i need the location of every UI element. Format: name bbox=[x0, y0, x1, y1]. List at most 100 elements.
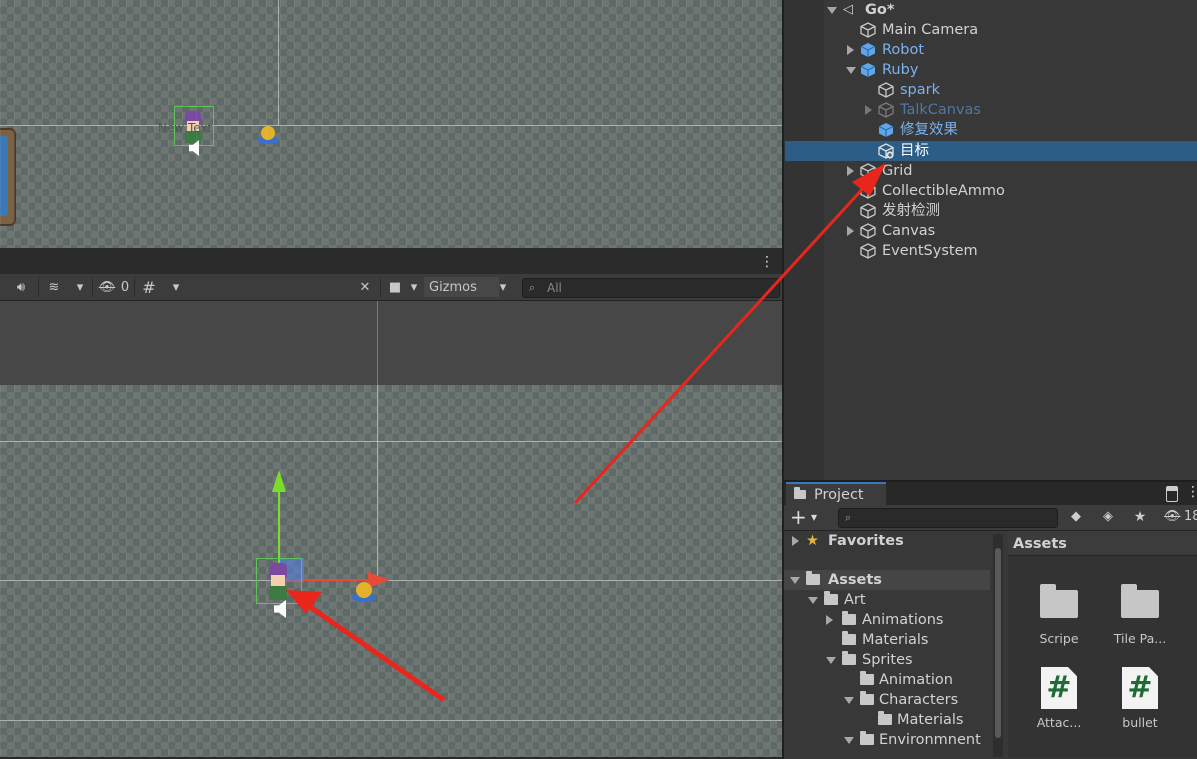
folder-open-icon bbox=[860, 731, 874, 745]
favorite-star-icon[interactable]: ★ bbox=[1130, 508, 1150, 526]
expand-arrow-icon[interactable] bbox=[827, 7, 837, 14]
move-gizmo-y-arrow[interactable] bbox=[272, 470, 286, 492]
asset-tile-script[interactable]: # bullet bbox=[1105, 667, 1175, 730]
bottom-scene-view[interactable] bbox=[0, 385, 782, 757]
effects-dropdown-icon[interactable]: ▾ bbox=[70, 277, 90, 297]
toolbar-separator bbox=[92, 277, 93, 297]
hierarchy-item-target[interactable]: 目标 bbox=[785, 141, 1197, 161]
expand-arrow-icon[interactable] bbox=[826, 657, 836, 664]
tree-item-animation[interactable]: Animation bbox=[784, 670, 990, 690]
more-options-icon[interactable]: ⋮ bbox=[760, 254, 774, 270]
tree-item-label: Sprites bbox=[862, 652, 913, 668]
tree-item-animations[interactable]: Animations bbox=[784, 610, 990, 630]
hierarchy-item-spark[interactable]: spark bbox=[785, 80, 1197, 100]
hierarchy-item-main-camera[interactable]: Main Camera bbox=[785, 20, 1197, 40]
effects-icon[interactable]: ≋ bbox=[42, 277, 66, 297]
gameobject-cube-icon bbox=[860, 203, 876, 219]
expand-arrow-icon[interactable] bbox=[792, 536, 799, 546]
filter-by-type-icon[interactable]: ◆ bbox=[1066, 508, 1086, 526]
expand-arrow-icon[interactable] bbox=[826, 615, 833, 625]
hierarchy-item-label: spark bbox=[900, 82, 941, 98]
asset-label: Attac... bbox=[1036, 715, 1082, 730]
create-dropdown-icon[interactable]: ▾ bbox=[811, 505, 817, 530]
hierarchy-item-label: Grid bbox=[882, 163, 913, 179]
hierarchy-item-label: 目标 bbox=[900, 143, 929, 159]
hierarchy-item-talkcanvas[interactable]: TalkCanvas bbox=[785, 100, 1197, 120]
project-search-input[interactable]: ⌕ bbox=[838, 508, 1058, 528]
hierarchy-item-ruby[interactable]: Ruby bbox=[785, 60, 1197, 80]
collectible-sprite[interactable] bbox=[352, 582, 376, 604]
folder-icon bbox=[860, 671, 874, 685]
favorites-row[interactable]: ★ Favorites bbox=[784, 531, 990, 551]
scrollbar-thumb[interactable] bbox=[995, 548, 1001, 738]
expand-arrow-icon[interactable] bbox=[847, 45, 854, 55]
expand-arrow-icon[interactable] bbox=[790, 577, 800, 584]
grid-dropdown-icon[interactable]: ▾ bbox=[166, 277, 186, 297]
tree-item-sprites[interactable]: Sprites bbox=[784, 650, 990, 670]
asset-label: Tile Pa... bbox=[1113, 631, 1167, 646]
csharp-script-icon: # bbox=[1122, 667, 1158, 709]
ruby-sprite-selected[interactable] bbox=[256, 558, 302, 604]
tree-item-materials[interactable]: Materials bbox=[784, 630, 990, 650]
hierarchy-item-label: CollectibleAmmo bbox=[882, 183, 1005, 199]
tree-item-label: Assets bbox=[828, 572, 882, 588]
search-icon: ⌕ bbox=[529, 281, 536, 294]
gizmos-dropdown-icon[interactable]: ▾ bbox=[494, 277, 512, 297]
expand-arrow-icon[interactable] bbox=[808, 597, 818, 604]
gameobject-cube-icon bbox=[878, 82, 894, 98]
hierarchy-item-eventsystem[interactable]: EventSystem bbox=[785, 241, 1197, 261]
tree-item-label: Animation bbox=[879, 672, 953, 688]
scene-view-background bbox=[0, 301, 782, 385]
lock-icon[interactable] bbox=[1166, 486, 1178, 502]
hierarchy-scene-row[interactable]: ◁ Go* bbox=[785, 0, 1197, 20]
hidden-objects-icon[interactable]: 👁︎ bbox=[96, 277, 118, 297]
hierarchy-item-label: Ruby bbox=[882, 62, 919, 78]
more-options-icon[interactable]: ⋮ bbox=[1186, 484, 1197, 500]
panel-splitter[interactable] bbox=[0, 248, 782, 274]
expand-arrow-icon[interactable] bbox=[847, 226, 854, 236]
ui-panel-edge bbox=[0, 128, 16, 226]
camera-icon[interactable]: ■ bbox=[384, 277, 406, 297]
project-tab[interactable]: Project bbox=[786, 482, 886, 507]
tree-scrollbar[interactable] bbox=[993, 534, 1003, 757]
expand-arrow-icon[interactable] bbox=[844, 697, 854, 704]
tree-item-label: Art bbox=[844, 592, 866, 608]
asset-tile-folder[interactable]: Scripe bbox=[1024, 584, 1094, 646]
camera-dropdown-icon[interactable]: ▾ bbox=[406, 277, 422, 297]
grid-line bbox=[377, 301, 378, 385]
audio-toggle-icon[interactable]: 🔊︎ bbox=[8, 277, 34, 297]
expand-arrow-icon[interactable] bbox=[844, 737, 854, 744]
hierarchy-item-robot[interactable]: Robot bbox=[785, 40, 1197, 60]
create-plus-icon[interactable]: + bbox=[790, 505, 807, 530]
tree-item-assets[interactable]: Assets bbox=[784, 570, 990, 590]
folder-open-icon bbox=[842, 651, 856, 665]
expand-arrow-icon[interactable] bbox=[847, 166, 854, 176]
gameobject-cube-icon bbox=[878, 102, 894, 118]
tree-item-label: Materials bbox=[862, 632, 929, 648]
tree-item-environmnent[interactable]: Environmnent bbox=[784, 730, 990, 750]
grid-line bbox=[0, 441, 782, 442]
tree-item-materials-sub[interactable]: Materials bbox=[784, 710, 990, 730]
gameobject-cube-icon bbox=[860, 22, 876, 38]
asset-tile-script[interactable]: # Attac... bbox=[1024, 667, 1094, 730]
filter-by-label-icon[interactable]: ◈ bbox=[1098, 508, 1118, 526]
hierarchy-item-canvas[interactable]: Canvas bbox=[785, 221, 1197, 241]
hierarchy-item-collectibleammo[interactable]: CollectibleAmmo bbox=[785, 181, 1197, 201]
expand-arrow-icon[interactable] bbox=[846, 67, 856, 74]
hierarchy-item-launch-detect[interactable]: 发射检测 bbox=[785, 201, 1197, 221]
asset-tile-folder[interactable]: Tile Pa... bbox=[1105, 584, 1175, 646]
gameobject-plus-icon bbox=[878, 143, 894, 159]
hierarchy-item-label: 发射检测 bbox=[882, 203, 940, 219]
grid-snap-icon[interactable]: # bbox=[138, 277, 160, 297]
hierarchy-item-repair-effect[interactable]: 修复效果 bbox=[785, 120, 1197, 140]
collectible-sprite[interactable] bbox=[257, 126, 279, 146]
tools-icon[interactable]: ✕ bbox=[352, 277, 378, 297]
hierarchy-item-grid[interactable]: Grid bbox=[785, 161, 1197, 181]
top-scene-view[interactable]: New Text bbox=[0, 0, 782, 248]
tree-item-art[interactable]: Art bbox=[784, 590, 990, 610]
gizmos-button[interactable]: Gizmos bbox=[424, 277, 499, 297]
hidden-packages-icon[interactable]: 👁︎ bbox=[1164, 508, 1186, 526]
expand-arrow-icon[interactable] bbox=[865, 105, 872, 115]
tree-item-characters[interactable]: Characters bbox=[784, 690, 990, 710]
scene-search-input[interactable]: ⌕ All bbox=[522, 278, 780, 298]
